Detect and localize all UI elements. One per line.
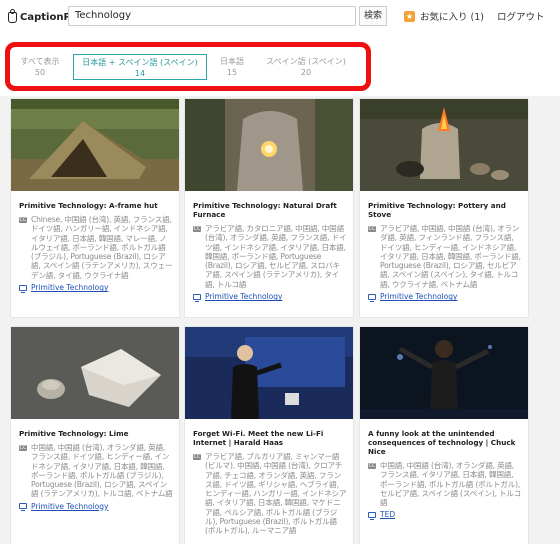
languages-text: 中国語, 中国語 (台湾), オランダ語, 英語, フランス語, ドイツ語, ヒ… (31, 443, 173, 499)
video-card[interactable]: Primitive Technology: Lime CC 中国語, 中国語 (… (11, 327, 179, 544)
tv-icon (368, 511, 376, 520)
video-card[interactable]: A funny look at the unintended consequen… (360, 327, 528, 544)
channel-link[interactable]: Primitive Technology (193, 292, 353, 302)
languages-text: アラビア語, 中国語, 中国語 (台湾), オランダ語, 英語, フィンランド語… (380, 224, 521, 289)
channel-link[interactable]: Primitive Technology (368, 292, 528, 302)
logout-link[interactable]: ログアウト (497, 9, 545, 23)
languages-text: Chinese, 中国語 (台湾), 英語, フランス語, ドイツ語, ハンガリ… (31, 215, 173, 280)
cc-icon: CC (193, 226, 201, 232)
thumbnail-image (185, 327, 353, 419)
channel-name: Primitive Technology (31, 501, 109, 511)
video-thumbnail[interactable] (11, 327, 179, 419)
subtitle-languages: CC アラビア語, 中国語, 中国語 (台湾), オランダ語, 英語, フィンラ… (368, 224, 522, 289)
video-card[interactable]: Forget Wi-Fi. Meet the new Li-Fi Interne… (185, 327, 353, 544)
search-input[interactable]: Technology (68, 6, 356, 26)
languages-text: 中国語, 中国語 (台湾), オランダ語, 英語, フランス語, イタリア語, … (380, 461, 522, 508)
video-title[interactable]: Forget Wi-Fi. Meet the new Li-Fi Interne… (193, 429, 345, 447)
cc-icon: CC (193, 454, 201, 460)
top-bar: CaptionPop Technology 検索 ★ お気に入り (1) ログア… (0, 0, 560, 35)
languages-text: アラビア語, カタロニア語, 中国語, 中国語 (台湾), オランダ語, 英語,… (205, 224, 347, 289)
thumbnail-image (185, 99, 353, 191)
tv-icon (368, 293, 376, 302)
subtitle-languages: CC 中国語, 中国語 (台湾), オランダ語, 英語, フランス語, イタリア… (368, 461, 522, 507)
channel-name: Primitive Technology (205, 292, 283, 302)
video-card[interactable]: Primitive Technology: Pottery and Stove … (360, 99, 528, 317)
logo-icon (8, 8, 17, 23)
thumbnail-image (360, 99, 528, 191)
subtitle-languages: CC アラビア語, ブルガリア語, ミャンマー語 (ビルマ), 中国語, 中国語… (193, 452, 347, 536)
channel-name: TED (380, 510, 396, 520)
video-thumbnail[interactable] (360, 327, 528, 419)
video-card[interactable]: Primitive Technology: Natural Draft Furn… (185, 99, 353, 317)
tv-icon (19, 503, 27, 512)
channel-name: Primitive Technology (380, 292, 458, 302)
video-card[interactable]: Primitive Technology: A-frame hut CC Chi… (11, 99, 179, 317)
video-thumbnail[interactable] (11, 99, 179, 191)
red-highlight-annotation (5, 42, 371, 91)
favorites-link[interactable]: ★ お気に入り (1) (404, 9, 484, 23)
thumbnail-image (360, 327, 528, 419)
thumbnail-image (11, 99, 179, 191)
video-title[interactable]: Primitive Technology: A-frame hut (19, 201, 171, 210)
channel-link[interactable]: Primitive Technology (19, 501, 179, 512)
thumbnail-image (11, 327, 179, 419)
search-button[interactable]: 検索 (359, 6, 387, 26)
subtitle-languages: CC アラビア語, カタロニア語, 中国語, 中国語 (台湾), オランダ語, … (193, 224, 347, 289)
cc-icon: CC (368, 226, 376, 232)
languages-text: アラビア語, ブルガリア語, ミャンマー語 (ビルマ), 中国語, 中国語 (台… (205, 452, 347, 536)
subtitle-languages: CC Chinese, 中国語 (台湾), 英語, フランス語, ドイツ語, ハ… (19, 215, 173, 280)
video-title[interactable]: Primitive Technology: Natural Draft Furn… (193, 201, 345, 219)
tv-icon (193, 293, 201, 302)
cc-icon: CC (19, 445, 27, 451)
cc-icon: CC (19, 217, 27, 223)
favorites-label: お気に入り (1) (420, 12, 484, 23)
channel-name: Primitive Technology (31, 283, 109, 293)
video-title[interactable]: Primitive Technology: Lime (19, 429, 171, 438)
tv-icon (19, 284, 27, 293)
video-thumbnail[interactable] (185, 99, 353, 191)
video-title[interactable]: A funny look at the unintended consequen… (368, 429, 520, 456)
subtitle-languages: CC 中国語, 中国語 (台湾), オランダ語, 英語, フランス語, ドイツ語… (19, 443, 173, 499)
cc-icon: CC (368, 463, 376, 469)
video-title[interactable]: Primitive Technology: Pottery and Stove (368, 201, 520, 219)
channel-link[interactable]: TED (368, 510, 528, 520)
channel-link[interactable]: Primitive Technology (19, 283, 179, 293)
video-thumbnail[interactable] (360, 99, 528, 191)
star-icon: ★ (404, 10, 415, 22)
video-thumbnail[interactable] (185, 327, 353, 419)
